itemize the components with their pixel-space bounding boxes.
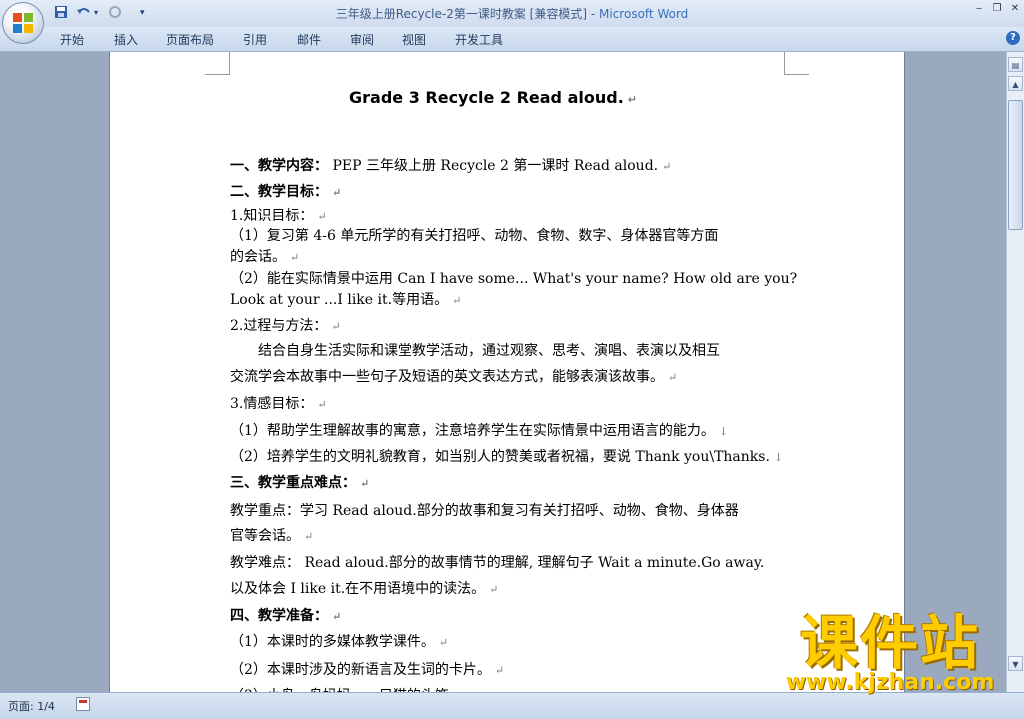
document-line-text: 的会话。	[230, 249, 286, 265]
document-line: 结合自身生活实际和课堂教学活动，通过观察、思考、演唱、表演以及相互	[230, 340, 720, 360]
document-page[interactable]: Grade 3 Recycle 2 Read aloud. ↵ 一、教学内容： P…	[110, 52, 904, 692]
paragraph-mark: ↵	[489, 583, 499, 596]
window-title: 三年级上册Recycle-2第一课时教案 [兼容模式] - Microsoft …	[0, 5, 1024, 22]
document-line: （2）本课时涉及的新语言及生词的卡片。 ↵	[230, 659, 504, 679]
document-line-text: 结合自身生活实际和课堂教学活动，通过观察、思考、演唱、表演以及相互	[230, 343, 720, 359]
crop-mark-left	[205, 52, 230, 75]
vertical-scrollbar[interactable]: ▤ ▲ ▼	[1006, 52, 1024, 692]
document-line: （1）帮助学生理解故事的寓意，注意培养学生在实际情景中运用语言的能力。 ↓	[230, 420, 728, 440]
document-line: （2）培养学生的文明礼貌教育，如当别人的赞美或者祝福，要说 Thank you\…	[230, 446, 783, 466]
paragraph-mark: ↵	[332, 186, 342, 199]
paragraph-mark: ↵	[494, 664, 505, 677]
page-count[interactable]: 页面: 1/4	[8, 698, 55, 714]
document-area: Grade 3 Recycle 2 Read aloud. ↵ 一、教学内容： P…	[0, 52, 1006, 692]
paragraph-mark: ↵	[627, 93, 637, 106]
document-line-text: 官等会话。	[230, 528, 300, 544]
scroll-down-button[interactable]: ▼	[1008, 656, 1023, 671]
document-title: Grade 3 Recycle 2 Read aloud. ↵	[349, 88, 637, 107]
document-line: （3）小鸟，鸟妈妈，一只猫的头饰。↓	[230, 685, 476, 692]
tab-references[interactable]: 引用	[243, 31, 267, 48]
document-line: （2）能在实际情景中运用 Can I have some... What's y…	[230, 268, 797, 288]
document-line-text: （2）本课时涉及的新语言及生词的卡片。	[230, 662, 491, 678]
paragraph-mark: ↵	[452, 294, 462, 307]
paragraph-mark: ↵	[331, 320, 341, 333]
paragraph-mark: ↵	[668, 371, 678, 384]
document-line-text: 教学难点： Read aloud.部分的故事情节的理解, 理解句子 Wait a…	[230, 555, 765, 571]
section-heading: 一、教学内容：	[230, 158, 328, 174]
tab-developer[interactable]: 开发工具	[455, 31, 503, 48]
watermark-url: www.kjzhan.com	[785, 670, 995, 695]
document-line-text: 以及体会 I like it.在不用语境中的读法。	[230, 581, 486, 597]
document-line: （1）复习第 4-6 单元所学的有关打招呼、动物、食物、数字、身体器官等方面	[230, 225, 718, 245]
paragraph-mark: ↓	[718, 425, 729, 438]
document-line-text: 交流学会本故事中一些句子及短语的英文表达方式，能够表演该故事。	[230, 369, 664, 385]
paragraph-mark: ↵	[662, 160, 672, 173]
document-line: 教学难点： Read aloud.部分的故事情节的理解, 理解句子 Wait a…	[230, 552, 764, 572]
document-line-text: 教学重点：学习 Read aloud.部分的故事和复习有关打招呼、动物、食物、身…	[230, 503, 739, 519]
paragraph-mark: ↓	[773, 451, 784, 464]
minimize-button[interactable]: ‒	[970, 3, 988, 14]
watermark-logo: 课件站 www.kjzhan.com	[770, 609, 1010, 695]
paragraph-mark: ↵	[438, 636, 449, 649]
window-title-doc: 三年级上册Recycle-2第一课时教案 [兼容模式] -	[335, 7, 600, 21]
paragraph-mark: ↵	[332, 610, 342, 623]
document-line-text: （2）能在实际情景中运用 Can I have some... What's y…	[230, 271, 798, 287]
document-line: 1.知识目标： ↵	[230, 205, 327, 225]
document-line-text: 2.过程与方法：	[230, 318, 328, 334]
title-bar: ▾ ▾ 三年级上册Recycle-2第一课时教案 [兼容模式] - Micros…	[0, 0, 1024, 27]
document-line: 2.过程与方法： ↵	[230, 315, 341, 335]
document-line: （1）本课时的多媒体教学课件。 ↵	[230, 631, 448, 651]
watermark-text: 课件站	[799, 609, 980, 677]
tab-review[interactable]: 审阅	[350, 31, 374, 48]
document-line: 四、教学准备： ↵	[230, 605, 341, 625]
close-button[interactable]: ✕	[1006, 3, 1024, 14]
document-line-text: 一、教学内容： PEP 三年级上册 Recycle 2 第一课时 Read al…	[230, 158, 659, 174]
proofing-icon[interactable]	[76, 697, 90, 711]
document-line: 官等会话。 ↵	[230, 525, 313, 545]
document-line-text: 1.知识目标：	[230, 208, 314, 224]
status-bar: 页面: 1/4	[0, 692, 1024, 719]
window-title-app: Microsoft Word	[599, 7, 689, 21]
paragraph-mark: ↵	[290, 251, 300, 264]
tab-mailings[interactable]: 邮件	[297, 31, 321, 48]
document-line-text: Look at your ...I like it.等用语。	[230, 292, 449, 308]
document-line: 交流学会本故事中一些句子及短语的英文表达方式，能够表演该故事。 ↵	[230, 366, 677, 386]
scroll-up-button[interactable]: ▲	[1008, 76, 1023, 91]
tab-page-layout[interactable]: 页面布局	[166, 31, 214, 48]
document-line: Look at your ...I like it.等用语。 ↵	[230, 289, 461, 309]
document-line: 一、教学内容： PEP 三年级上册 Recycle 2 第一课时 Read al…	[230, 155, 671, 175]
document-line: 以及体会 I like it.在不用语境中的读法。 ↵	[230, 578, 498, 598]
restore-button[interactable]: ❐	[988, 3, 1006, 14]
paragraph-mark: ↵	[360, 477, 370, 490]
scroll-thumb[interactable]	[1008, 100, 1023, 230]
document-title-text: Grade 3 Recycle 2 Read aloud.	[349, 88, 624, 107]
document-line-text: 3.情感目标：	[230, 396, 314, 412]
document-line: 三、教学重点难点： ↵	[230, 472, 369, 492]
ribbon-tabs: 开始 插入 页面布局 引用 邮件 审阅 视图 开发工具 ?	[0, 27, 1024, 52]
tab-insert[interactable]: 插入	[114, 31, 138, 48]
tab-view[interactable]: 视图	[402, 31, 426, 48]
ruler-toggle-icon[interactable]: ▤	[1008, 57, 1023, 72]
office-logo-icon	[13, 13, 33, 33]
paragraph-mark: ↵	[317, 398, 327, 411]
paragraph-mark: ↵	[304, 530, 314, 543]
document-line: 二、教学目标： ↵	[230, 181, 341, 201]
crop-mark-right	[784, 52, 809, 75]
paragraph-mark: ↵	[317, 210, 327, 223]
document-line-text: 二、教学目标：	[230, 184, 328, 200]
document-line: 教学重点：学习 Read aloud.部分的故事和复习有关打招呼、动物、食物、身…	[230, 500, 739, 520]
document-line: 的会话。 ↵	[230, 246, 299, 266]
office-button[interactable]	[2, 2, 44, 44]
document-line-text: （2）培养学生的文明礼貌教育，如当别人的赞美或者祝福，要说 Thank you\…	[230, 449, 770, 465]
help-button[interactable]: ?	[1006, 31, 1020, 45]
document-line: 3.情感目标： ↵	[230, 393, 327, 413]
document-line-text: （1）本课时的多媒体教学课件。	[230, 634, 435, 650]
document-line-text: 四、教学准备：	[230, 608, 328, 624]
document-line-text: （1）帮助学生理解故事的寓意，注意培养学生在实际情景中运用语言的能力。	[230, 423, 715, 439]
tab-home[interactable]: 开始	[60, 31, 84, 48]
document-line-text: （1）复习第 4-6 单元所学的有关打招呼、动物、食物、数字、身体器官等方面	[230, 228, 719, 244]
document-line-text: 三、教学重点难点：	[230, 475, 356, 491]
